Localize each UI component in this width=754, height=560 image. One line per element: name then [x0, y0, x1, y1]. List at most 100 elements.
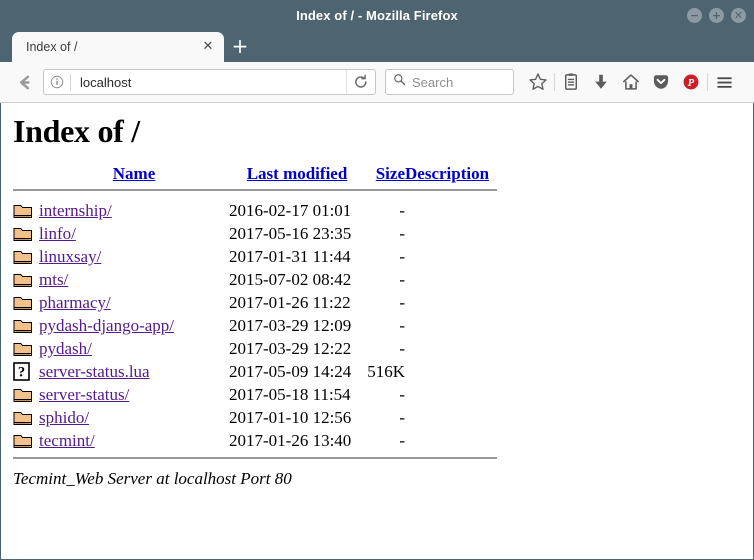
row-name-cell: linfo/: [39, 222, 229, 245]
identity-info-icon[interactable]: [44, 75, 70, 89]
pocket-icon[interactable]: [646, 67, 676, 97]
entry-link[interactable]: linfo/: [39, 224, 76, 243]
entry-link[interactable]: sphido/: [39, 408, 89, 427]
back-button[interactable]: [10, 67, 40, 97]
tab-strip: Index of / ✕ +: [0, 30, 754, 62]
download-arrow-icon[interactable]: [586, 67, 616, 97]
entry-link[interactable]: server-status.lua: [39, 362, 150, 381]
pinterest-icon[interactable]: P: [676, 67, 706, 97]
header-divider: [13, 189, 497, 191]
row-size: -: [365, 291, 405, 314]
row-folder-icon: [13, 406, 39, 429]
home-icon[interactable]: [616, 67, 646, 97]
row-description: [405, 222, 497, 245]
page-content: Index of / Name Last modified Size Descr…: [0, 103, 754, 560]
entry-link[interactable]: pydash-django-app/: [39, 316, 174, 335]
folder-icon: [13, 432, 33, 449]
folder-icon: [13, 202, 33, 219]
svg-text:P: P: [688, 78, 695, 89]
directory-listing-table: Name Last modified Size Description inte…: [13, 164, 497, 463]
table-row: pharmacy/2017-01-26 11:22-: [13, 291, 497, 314]
table-row: pydash-django-app/2017-03-29 12:09-: [13, 314, 497, 337]
hamburger-menu-icon[interactable]: [709, 67, 739, 97]
row-folder-icon: [13, 245, 39, 268]
table-header-row: Name Last modified Size Description: [13, 164, 497, 188]
library-icon[interactable]: [556, 67, 586, 97]
table-row: tecmint/2017-01-26 13:40-: [13, 429, 497, 452]
entry-link[interactable]: linuxsay/: [39, 247, 101, 266]
row-size: -: [365, 245, 405, 268]
tab-close-icon[interactable]: ✕: [200, 39, 216, 55]
tab-label: Index of /: [26, 40, 200, 54]
row-name-cell: server-status/: [39, 383, 229, 406]
back-arrow-icon: [16, 73, 35, 92]
row-folder-icon: [13, 199, 39, 222]
row-size: -: [365, 268, 405, 291]
row-name-cell: server-status.lua: [39, 360, 229, 383]
row-name-cell: linuxsay/: [39, 245, 229, 268]
entry-link[interactable]: tecmint/: [39, 431, 95, 450]
row-folder-icon: [13, 222, 39, 245]
folder-icon: [13, 225, 33, 242]
table-row: linfo/2017-05-16 23:35-: [13, 222, 497, 245]
row-name-cell: mts/: [39, 268, 229, 291]
row-description: [405, 199, 497, 222]
column-header-name[interactable]: Name: [39, 164, 229, 188]
row-description: [405, 245, 497, 268]
folder-icon: [13, 409, 33, 426]
row-size: 516K: [365, 360, 405, 383]
row-file-icon: ?: [13, 360, 39, 383]
window-controls: − + ✕: [687, 0, 746, 30]
column-header-description[interactable]: Description: [405, 164, 497, 188]
url-bar[interactable]: localhost: [43, 69, 376, 95]
row-folder-icon: [13, 268, 39, 291]
title-bar: Index of / - Mozilla Firefox − + ✕: [0, 0, 754, 30]
new-tab-icon[interactable]: +: [224, 32, 256, 62]
minimize-button[interactable]: −: [687, 8, 702, 23]
column-header-size[interactable]: Size: [365, 164, 405, 188]
row-description: [405, 383, 497, 406]
header-divider-cell: [13, 188, 497, 199]
maximize-button[interactable]: +: [709, 8, 724, 23]
row-last-modified: 2017-03-29 12:22: [229, 337, 365, 360]
entry-link[interactable]: pydash/: [39, 339, 92, 358]
tab-index-of[interactable]: Index of / ✕: [12, 32, 224, 62]
row-folder-icon: [13, 383, 39, 406]
row-last-modified: 2016-02-17 01:01: [229, 199, 365, 222]
search-icon: [393, 73, 406, 91]
row-folder-icon: [13, 337, 39, 360]
row-folder-icon: [13, 314, 39, 337]
row-name-cell: pharmacy/: [39, 291, 229, 314]
table-row: mts/2015-07-02 08:42-: [13, 268, 497, 291]
folder-icon: [13, 340, 33, 357]
close-button[interactable]: ✕: [731, 8, 746, 23]
page-title: Index of /: [13, 113, 753, 150]
column-header-last-modified[interactable]: Last modified: [229, 164, 365, 188]
row-last-modified: 2017-05-16 23:35: [229, 222, 365, 245]
row-description: [405, 268, 497, 291]
folder-icon: [13, 248, 33, 265]
row-size: -: [365, 406, 405, 429]
row-size: -: [365, 429, 405, 452]
table-row: linuxsay/2017-01-31 11:44-: [13, 245, 497, 268]
row-size: -: [365, 383, 405, 406]
row-description: [405, 406, 497, 429]
footer-divider-cell: [13, 452, 497, 463]
entry-link[interactable]: pharmacy/: [39, 293, 111, 312]
row-name-cell: pydash/: [39, 337, 229, 360]
entry-link[interactable]: mts/: [39, 270, 68, 289]
entry-link[interactable]: server-status/: [39, 385, 129, 404]
folder-icon: [13, 294, 33, 311]
column-header-icon: [13, 164, 39, 188]
table-row: ?server-status.lua 2017-05-09 14:24516K: [13, 360, 497, 383]
row-last-modified: 2017-01-26 13:40: [229, 429, 365, 452]
row-last-modified: 2017-05-09 14:24: [229, 360, 365, 383]
search-bar[interactable]: Search: [385, 69, 514, 95]
entry-link[interactable]: internship/: [39, 201, 112, 220]
reload-button[interactable]: [346, 70, 375, 94]
row-folder-icon: [13, 291, 39, 314]
window-title: Index of / - Mozilla Firefox: [296, 8, 458, 23]
bookmark-star-icon[interactable]: [523, 67, 553, 97]
row-name-cell: pydash-django-app/: [39, 314, 229, 337]
url-text[interactable]: localhost: [71, 75, 346, 90]
